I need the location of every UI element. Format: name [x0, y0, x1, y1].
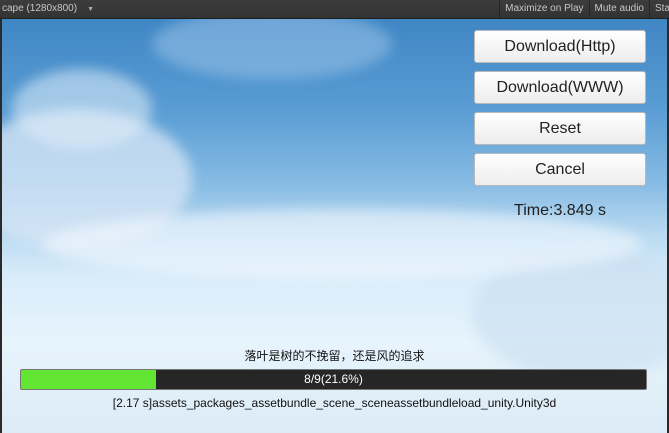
current-file-label: [2.17 s]assets_packages_assetbundle_scen…: [112, 396, 557, 410]
chevron-down-icon: ▼: [87, 6, 94, 13]
elapsed-time-label: Time:3.849 s: [514, 202, 606, 219]
progress-text: 8/9(21.6%): [304, 372, 363, 386]
cloud-top: [152, 19, 392, 79]
status-message: 落叶是树的不挽留，还是风的追求: [244, 349, 425, 363]
cancel-button[interactable]: Cancel: [474, 153, 646, 186]
download-www-button[interactable]: Download(WWW): [474, 71, 646, 104]
mute-audio-toggle[interactable]: Mute audio: [588, 0, 649, 18]
editor-toolbar: cape (1280x800) ▼ Maximize on Play Mute a…: [0, 0, 669, 19]
maximize-on-play-toggle[interactable]: Maximize on Play: [499, 0, 588, 18]
aspect-label: cape (1280x800): [2, 3, 78, 14]
toolbar-right: Maximize on Play Mute audio Stats: [499, 0, 669, 18]
reset-button[interactable]: Reset: [474, 112, 646, 145]
game-view: Download(Http) Download(WWW) Reset Cance…: [2, 19, 667, 433]
aspect-dropdown[interactable]: cape (1280x800) ▼: [0, 0, 94, 19]
cloud-left-upper: [12, 69, 152, 149]
download-http-button[interactable]: Download(Http): [474, 30, 646, 63]
download-progress-bar: 8/9(21.6%): [20, 369, 647, 390]
stats-toggle[interactable]: Stats: [649, 0, 669, 18]
